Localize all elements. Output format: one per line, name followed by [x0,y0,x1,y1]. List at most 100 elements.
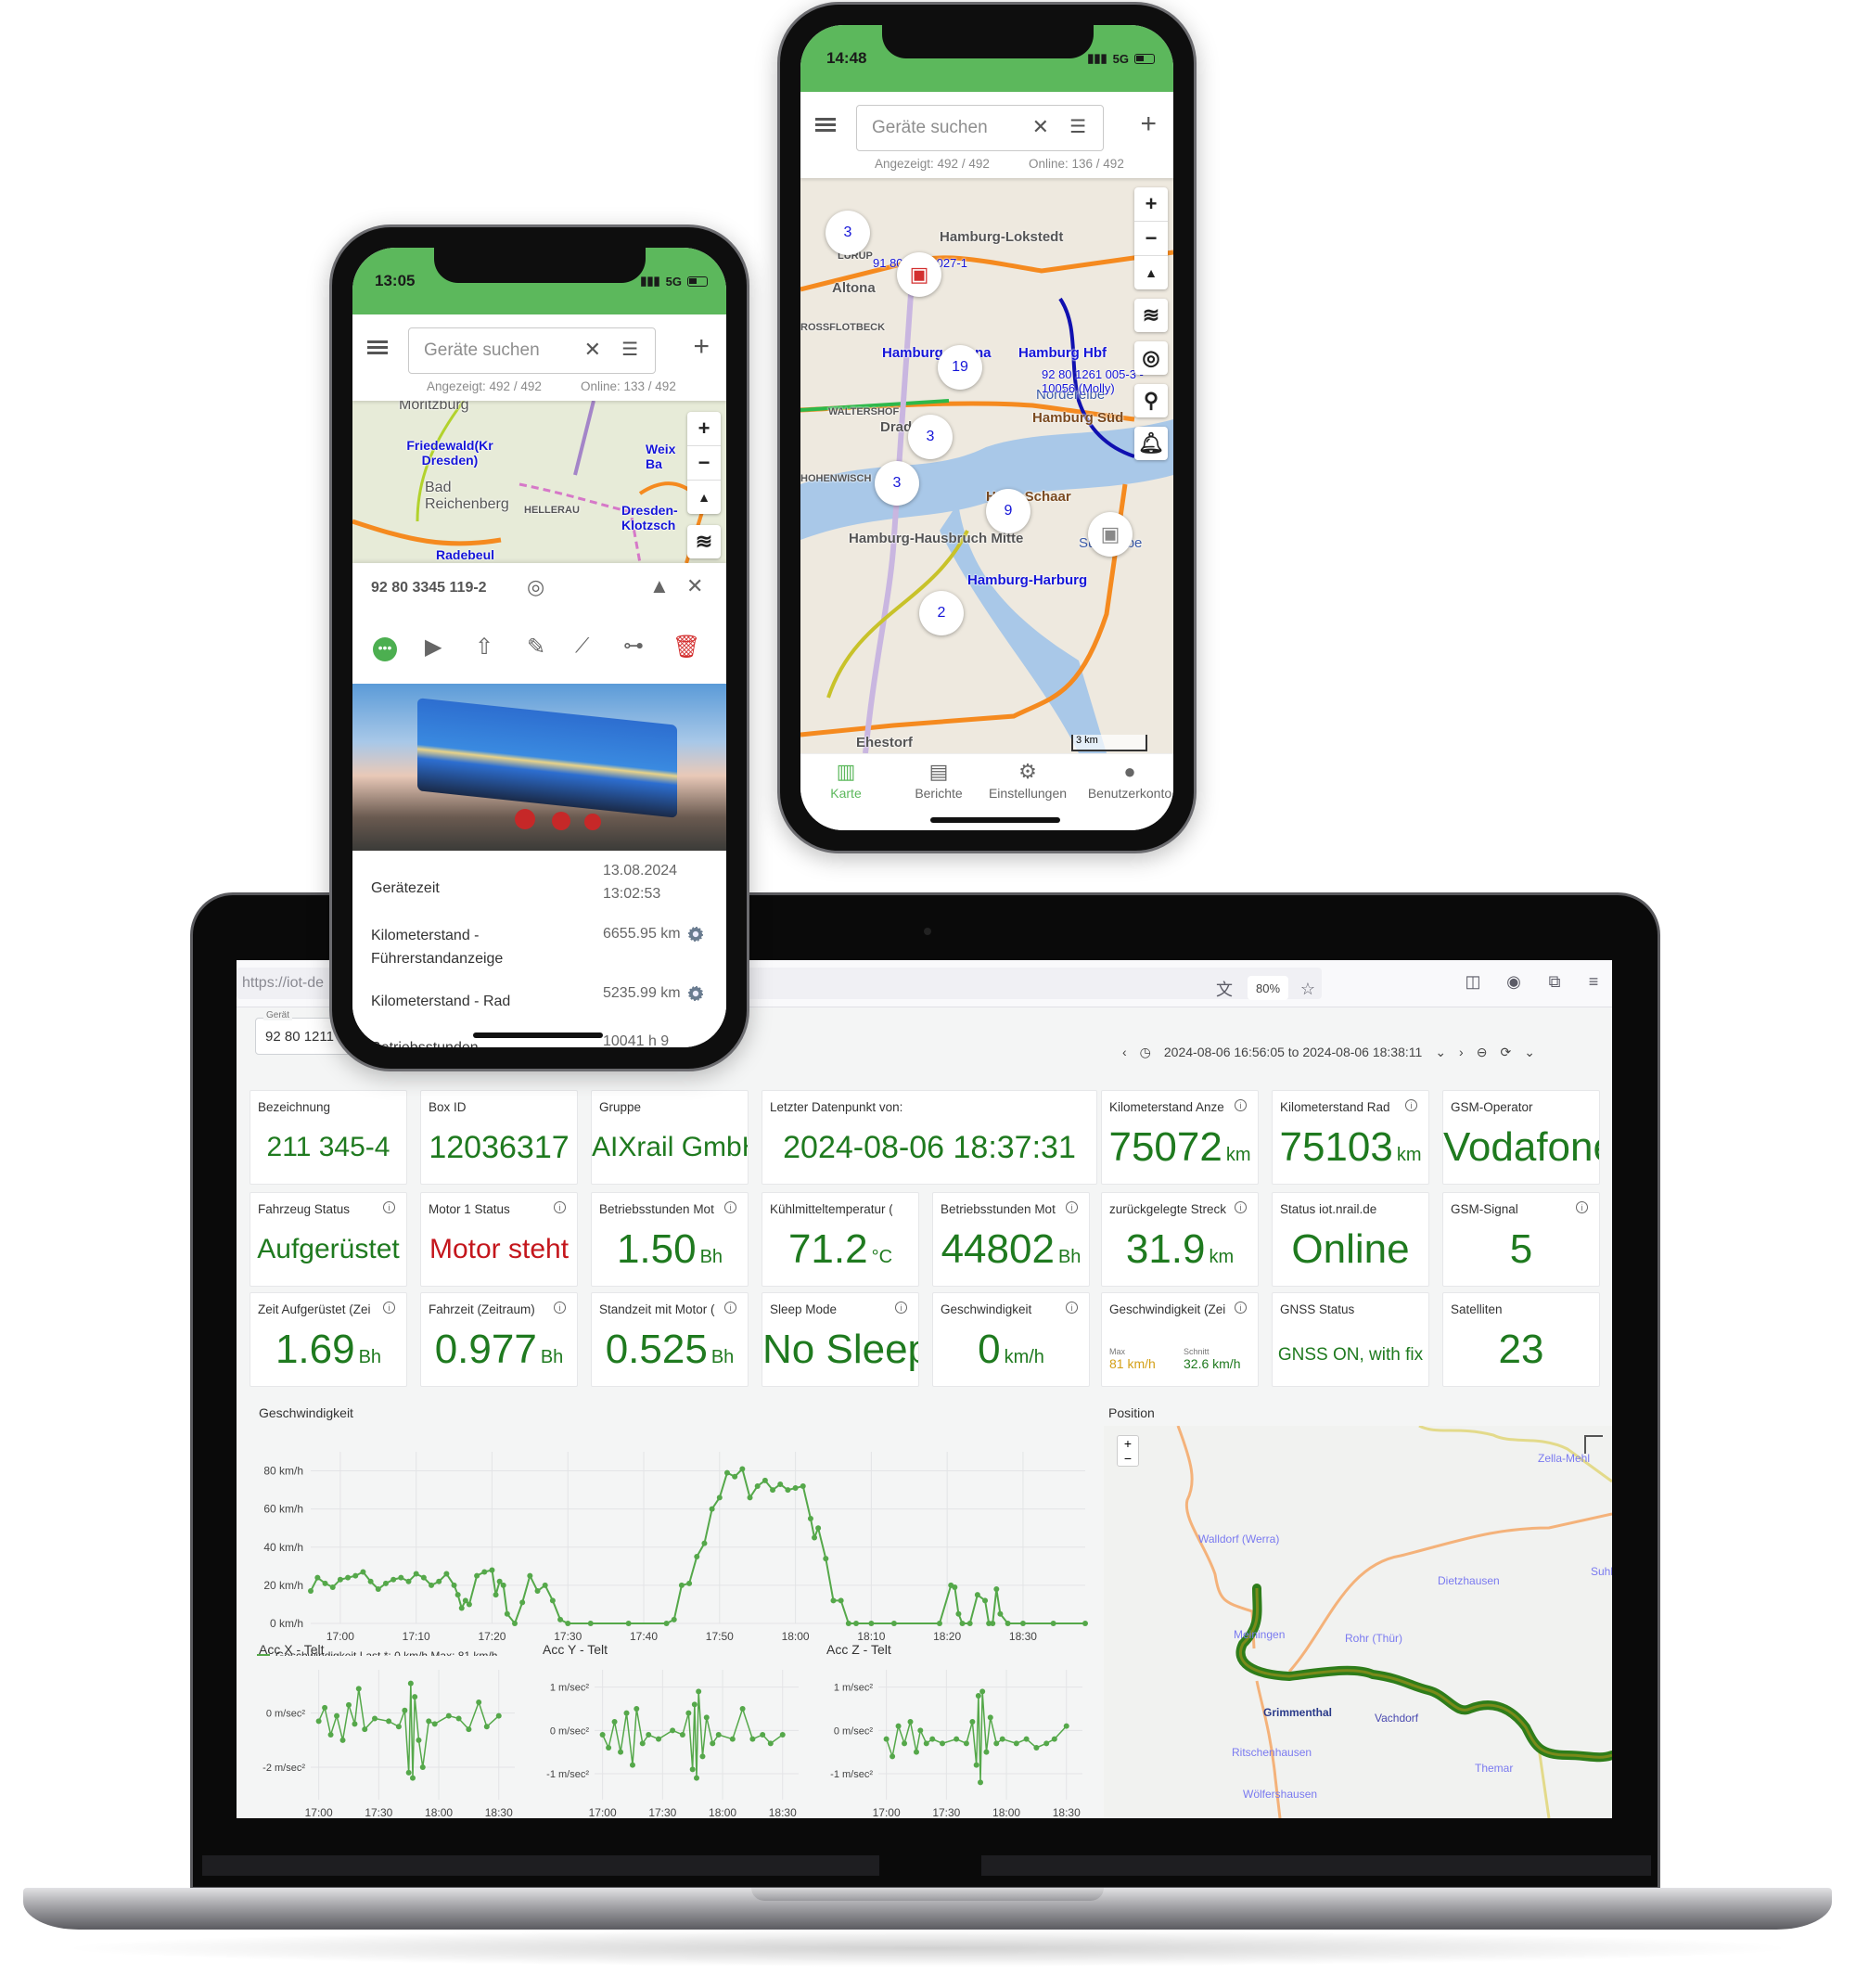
map-zoom-out-button[interactable]: − [1118,1451,1138,1466]
nav-settings[interactable]: ⚙ Einstellungen [986,760,1069,801]
acc-data-point [963,1740,969,1747]
compass-icon[interactable]: ▲ [1134,256,1168,289]
edit-icon[interactable]: ✎ [527,634,545,661]
device-search-input[interactable]: Geräte suchen ✕ ☰ [408,327,656,374]
info-icon[interactable]: i [1235,1302,1247,1314]
info-icon[interactable]: i [1066,1302,1078,1314]
analytics-icon[interactable]: ⟋ [575,634,589,658]
more-icon[interactable]: ••• [373,637,397,661]
refresh-icon[interactable]: ⟳ [1500,1045,1511,1060]
next-range-icon[interactable]: › [1459,1045,1464,1059]
stat-card-value: 0 km/h [933,1327,1089,1373]
add-device-button[interactable]: + [1140,109,1157,140]
stat-card: GSM-Operator Vodafone [1442,1090,1600,1185]
previous-range-icon[interactable]: ‹ [1122,1045,1127,1059]
acc-data-point [749,1736,756,1742]
locate-button[interactable]: ◎ [1134,341,1168,375]
zoom-out-icon[interactable]: ⊖ [1477,1045,1488,1060]
device-cluster[interactable]: 2 [919,591,964,635]
acc-data-point [902,1740,908,1747]
chevron-down-icon[interactable]: ⌄ [1435,1045,1446,1060]
device-map[interactable]: Hamburg-Lokstedt Altona Hamburg-Altona H… [800,178,1173,753]
search-map-button[interactable]: ⚲ [1134,384,1168,417]
acc-data-point [322,1704,328,1711]
x-tick-label: 18:20 [933,1630,961,1643]
add-device-button[interactable]: + [693,331,710,363]
alarms-button[interactable]: 🔔︎ [1134,427,1168,460]
speed-data-point [709,1506,715,1512]
account-icon[interactable]: ◉ [1500,968,1528,995]
device-cluster[interactable]: 3 [875,461,919,506]
link-icon[interactable]: ⊶ [623,634,644,658]
locate-device-icon[interactable]: ◎ [527,575,544,599]
map-zoom-out-button[interactable]: − [1134,222,1168,256]
map-zoom-out-button[interactable]: − [687,446,721,481]
menu-icon[interactable]: ≡ [1580,968,1607,995]
info-icon[interactable]: i [383,1201,395,1213]
info-icon[interactable]: i [1576,1201,1588,1213]
info-icon[interactable]: i [1235,1201,1247,1213]
gear-icon[interactable] [687,926,703,942]
fullscreen-icon[interactable] [1584,1435,1603,1454]
stat-card: Fahrzeit (Zeitraum) i 0.977 Bh [420,1292,578,1387]
info-icon[interactable]: i [383,1302,395,1314]
time-range-text[interactable]: 2024-08-06 16:56:05 to 2024-08-06 18:38:… [1164,1045,1422,1059]
position-map[interactable]: + − Walldorf (Werra) Meiningen Rohr (Thü… [1104,1426,1612,1818]
extensions-icon[interactable]: ⧉ [1541,968,1568,995]
clear-search-icon[interactable]: ✕ [584,338,601,362]
device-map[interactable]: Moritzburg Friedewald(Kr Dresden) Bad Re… [352,401,726,563]
nav-reports[interactable]: ▤ Berichte [897,760,980,801]
nav-account[interactable]: ● Benutzerkonto [1079,760,1173,801]
info-icon[interactable]: i [724,1302,736,1314]
device-cluster[interactable]: 3 [826,211,870,255]
info-icon[interactable]: i [554,1302,566,1314]
speed-data-point [955,1610,962,1617]
train-marker-icon[interactable]: ▣ [897,252,941,297]
train-marker-icon[interactable]: ▣ [1088,512,1133,557]
speed-data-point [1019,1621,1026,1626]
filter-icon[interactable]: ☰ [621,338,638,361]
acc-data-point [618,1749,624,1755]
stat-value-number: 31.9 [1125,1226,1206,1272]
map-zoom-in-button[interactable]: + [687,412,721,446]
close-icon[interactable]: ✕ [686,574,703,598]
device-cluster[interactable]: 9 [986,489,1030,533]
info-icon[interactable]: i [554,1201,566,1213]
map-place-label: Moritzburg [399,401,469,413]
speed-data-point [429,1582,435,1588]
acc-data-point [1051,1736,1057,1742]
delete-icon[interactable]: 🗑︎ [672,634,700,661]
translate-icon[interactable]: 文 [1210,975,1238,1003]
gear-icon[interactable] [687,985,703,1001]
upload-icon[interactable]: ⇧ [475,634,493,661]
layers-button[interactable]: ≋ [687,525,721,558]
info-icon[interactable]: i [1066,1201,1078,1213]
map-zoom-in-button[interactable]: + [1134,187,1168,222]
layers-button[interactable]: ≋ [1134,299,1168,332]
refresh-interval-chevron-icon[interactable]: ⌄ [1524,1045,1535,1060]
info-icon[interactable]: i [1405,1099,1417,1111]
device-cluster[interactable]: 3 [908,415,953,459]
star-icon[interactable]: ☆ [1294,975,1322,1003]
device-cluster[interactable]: 19 [938,345,982,390]
warning-icon[interactable]: ▲ [649,574,670,598]
filter-icon[interactable]: ☰ [1069,115,1086,138]
map-zoom-in-button[interactable]: + [1118,1436,1138,1451]
list-view-icon[interactable] [815,118,836,133]
info-icon[interactable]: i [895,1302,907,1314]
clear-search-icon[interactable]: ✕ [1032,115,1049,139]
shown-count: Angezeigt: 492 / 492 [427,379,542,393]
nav-map[interactable]: ▥ Karte [804,760,888,801]
replay-icon[interactable]: ▶ [425,634,442,661]
device-search-input[interactable]: Geräte suchen ✕ ☰ [856,105,1104,151]
info-icon[interactable]: i [724,1201,736,1213]
laptop-hinge-notch [751,1888,1104,1901]
list-view-icon[interactable] [367,340,388,355]
stat-card: zurückgelegte Streck i 31.9 km [1101,1192,1259,1287]
info-icon[interactable]: i [1235,1099,1247,1111]
speed-data-point [420,1574,427,1581]
compass-icon[interactable]: ▲ [687,481,721,514]
zoom-level-badge[interactable]: 80% [1248,976,1288,1000]
pocket-icon[interactable]: ◫ [1459,968,1487,995]
acc-data-point [895,1723,902,1729]
